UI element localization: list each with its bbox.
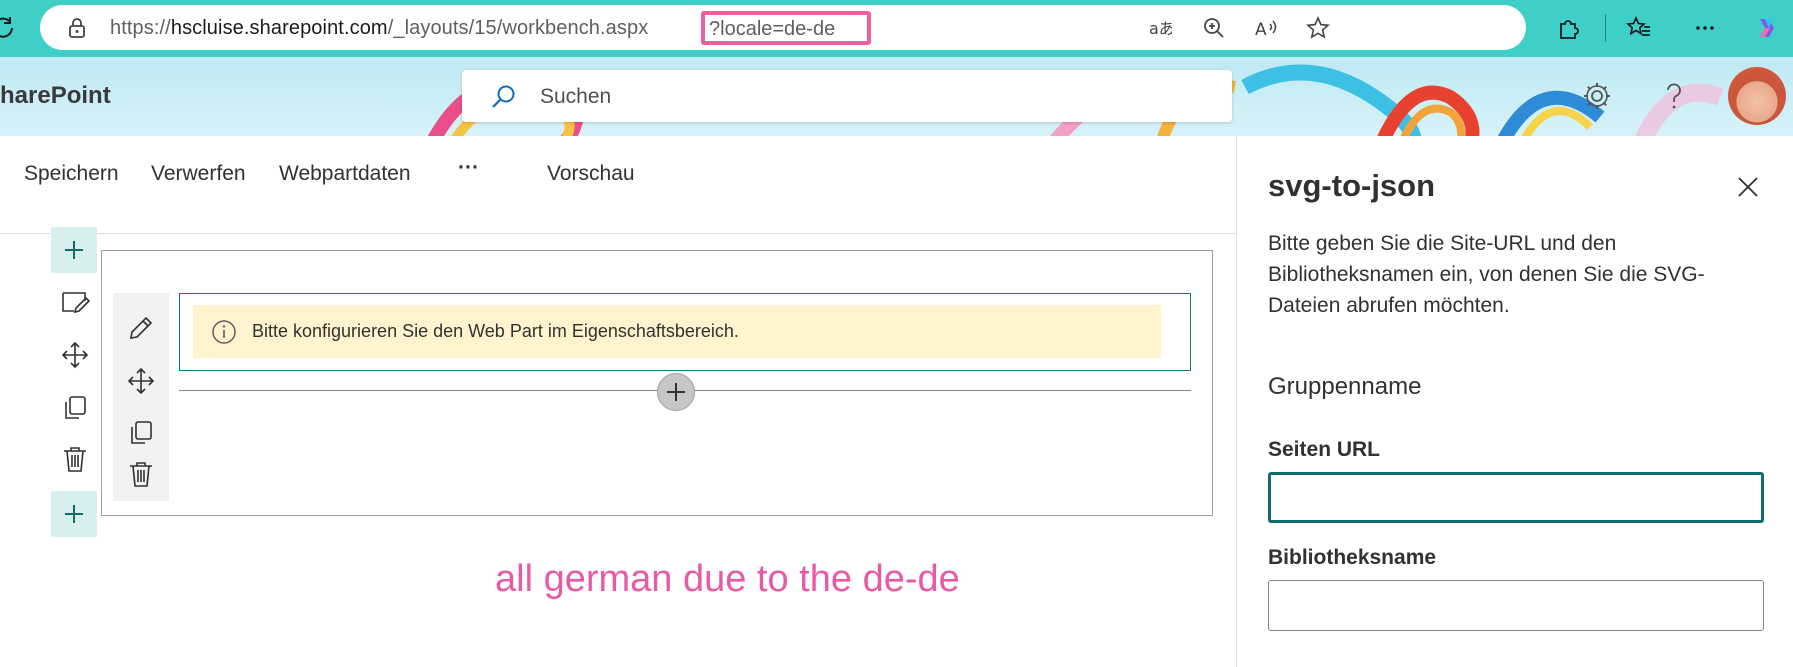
- site-url-label: Seiten URL: [1268, 438, 1381, 461]
- sharepoint-brand[interactable]: harePoint: [0, 82, 111, 110]
- library-name-field[interactable]: [1268, 580, 1764, 631]
- duplicate-section-icon[interactable]: [60, 393, 90, 423]
- read-aloud-icon[interactable]: A: [1254, 16, 1278, 40]
- sharepoint-header: harePoint Suchen: [0, 57, 1793, 136]
- delete-section-icon[interactable]: [60, 444, 90, 474]
- canvas-section[interactable]: [101, 250, 1213, 516]
- close-icon[interactable]: [1736, 175, 1760, 199]
- search-icon: [492, 85, 515, 108]
- copilot-icon[interactable]: [1754, 15, 1780, 41]
- warning-message-bar: Bitte konfigurieren Sie den Web Part im …: [193, 305, 1161, 358]
- preview-button[interactable]: Vorschau: [547, 162, 635, 186]
- toolbar-separator: [1605, 14, 1606, 42]
- browser-toolbar: https://hscluise.sharepoint.com/_layouts…: [0, 0, 1793, 57]
- add-section-bottom-button[interactable]: [51, 491, 97, 537]
- add-section-top-button[interactable]: [51, 227, 97, 273]
- more-commands-button[interactable]: ···: [458, 156, 479, 180]
- extensions-icon[interactable]: [1556, 15, 1582, 41]
- search-box[interactable]: Suchen: [462, 70, 1232, 122]
- property-pane-description: Bitte geben Sie die Site-URL und den Bib…: [1268, 232, 1705, 317]
- property-pane-title: svg-to-json: [1268, 168, 1436, 203]
- edit-webpart-icon[interactable]: [126, 313, 156, 343]
- avatar[interactable]: [1728, 67, 1786, 125]
- lock-icon[interactable]: [66, 17, 88, 39]
- annotation-text: all german due to the de-de: [495, 558, 960, 600]
- address-bar[interactable]: https://hscluise.sharepoint.com/_layouts…: [40, 5, 1526, 50]
- site-url-field[interactable]: [1268, 472, 1764, 523]
- move-webpart-icon[interactable]: [126, 366, 156, 396]
- more-icon[interactable]: [1692, 15, 1718, 41]
- library-name-label: Bibliotheksname: [1268, 546, 1437, 569]
- svg-text:aあ: aあ: [1149, 19, 1172, 38]
- save-button[interactable]: Speichern: [24, 162, 119, 186]
- zoom-icon[interactable]: [1202, 16, 1226, 40]
- favorites-icon[interactable]: [1626, 15, 1652, 41]
- url-scheme: https://: [110, 17, 171, 39]
- duplicate-webpart-icon[interactable]: [126, 418, 156, 448]
- search-placeholder: Suchen: [540, 85, 612, 108]
- favorite-star-icon[interactable]: [1306, 16, 1330, 40]
- webpart-toolbar: [113, 293, 169, 501]
- edit-section-icon[interactable]: [60, 288, 90, 318]
- refresh-icon[interactable]: [0, 14, 16, 40]
- property-pane-divider: [1236, 136, 1237, 667]
- help-icon[interactable]: [1657, 79, 1691, 113]
- move-section-icon[interactable]: [60, 340, 90, 370]
- add-icon: [65, 241, 83, 259]
- add-icon: [667, 383, 685, 401]
- url-text[interactable]: https://hscluise.sharepoint.com/_layouts…: [110, 17, 648, 40]
- settings-gear-icon[interactable]: [1580, 79, 1614, 113]
- add-webpart-button[interactable]: [657, 373, 695, 411]
- webpart-data-button[interactable]: Webpartdaten: [279, 162, 411, 186]
- warning-message-text: Bitte konfigurieren Sie den Web Part im …: [252, 321, 739, 341]
- url-path: /_layouts/15/workbench.aspx: [387, 17, 649, 39]
- svg-text:A: A: [1255, 20, 1267, 40]
- url-query: ?locale=de-de: [709, 18, 836, 40]
- url-host: hscluise.sharepoint.com: [170, 17, 388, 39]
- add-icon: [65, 505, 83, 523]
- discard-button[interactable]: Verwerfen: [151, 162, 246, 186]
- info-icon: [212, 320, 236, 344]
- commandbar-divider: [0, 233, 1236, 234]
- group-name-heading: Gruppenname: [1268, 373, 1422, 400]
- read-aloud-translate-icon[interactable]: aあ: [1148, 16, 1172, 40]
- delete-webpart-icon[interactable]: [126, 459, 156, 489]
- url-query-highlight: ?locale=de-de: [701, 11, 871, 45]
